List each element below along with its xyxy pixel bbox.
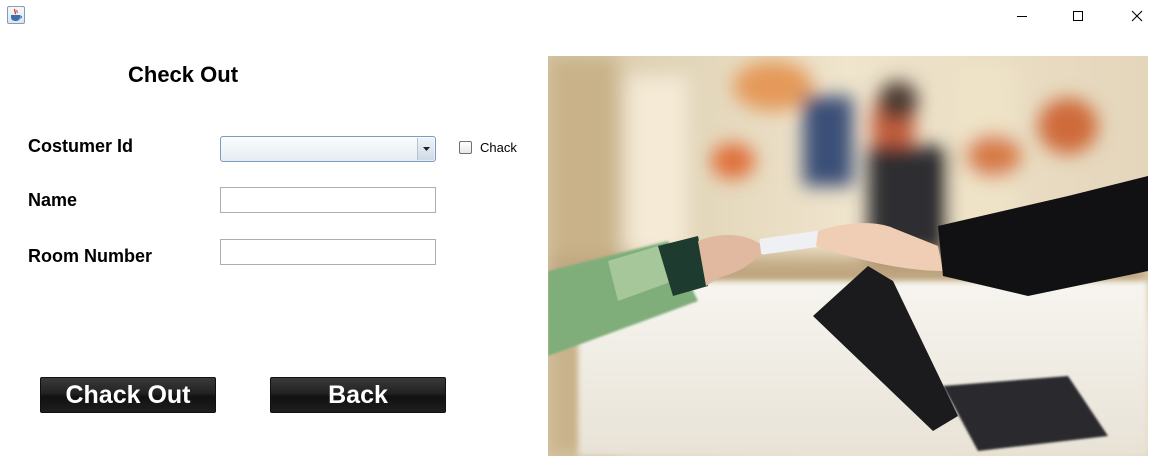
chevron-down-icon [423,147,430,151]
room-number-field[interactable] [220,239,436,265]
maximize-button[interactable] [1055,0,1101,32]
minimize-button[interactable] [999,0,1045,32]
name-label: Name [28,190,78,210]
back-button[interactable]: Back [270,377,446,413]
check-checkbox-label: Chack [480,140,517,155]
name-field[interactable] [220,187,436,213]
close-icon [1131,10,1143,22]
hotel-reception-photo [548,56,1148,456]
maximize-icon [1073,11,1083,21]
check-out-button[interactable]: Chack Out [40,377,216,413]
minimize-icon [1017,16,1027,17]
customer-id-combobox[interactable] [220,136,436,162]
window-titlebar [0,0,1166,32]
java-coffee-cup-icon [7,6,25,24]
check-checkbox[interactable] [459,141,472,154]
combobox-dropdown-button[interactable] [417,138,434,160]
page-title: Check Out [128,62,239,87]
customer-id-label: Costumer Id [28,136,134,156]
close-button[interactable] [1114,0,1160,32]
room-number-label: Room Number [28,246,153,266]
